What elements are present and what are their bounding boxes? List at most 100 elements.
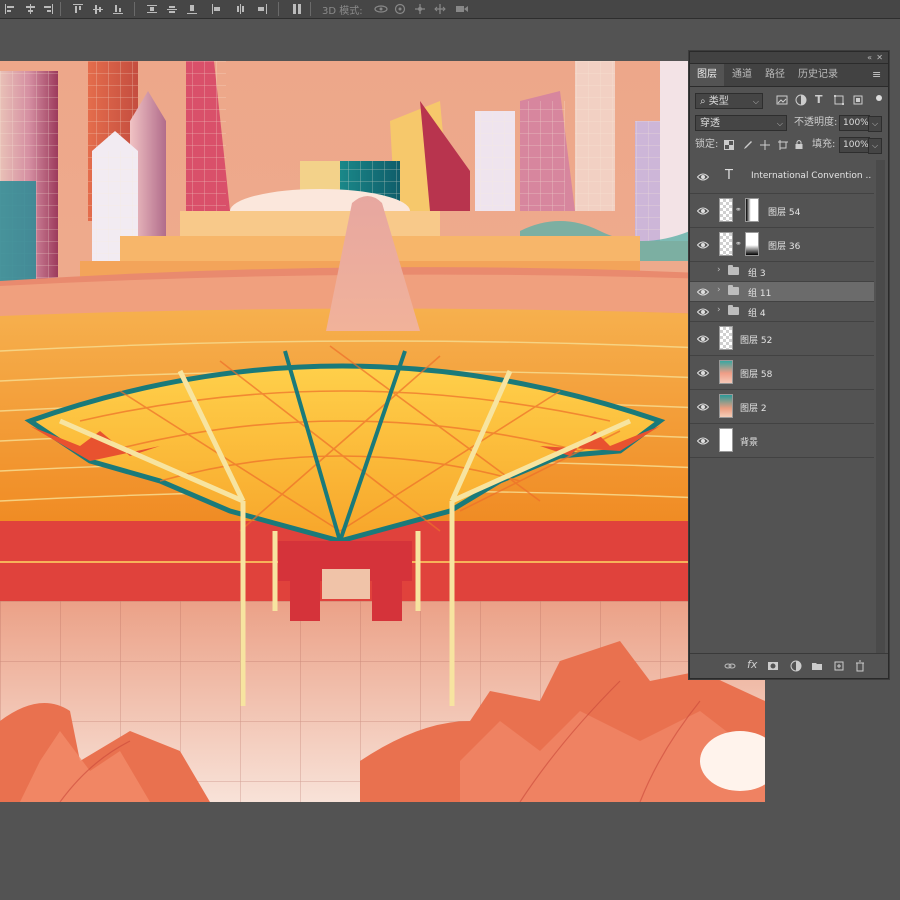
chevron-down-icon[interactable]: ⌵ [868,138,882,154]
3d-pan-icon[interactable] [414,3,426,15]
layer-name: 组 11 [748,289,772,299]
chevron-right-icon[interactable]: › [717,265,721,275]
blend-mode-select[interactable]: 穿透 ⌵ [695,115,787,131]
chevron-down-icon[interactable]: ⌵ [868,116,882,132]
3d-orbit-icon[interactable] [374,3,388,15]
type-filter-icon[interactable]: T [815,93,827,106]
filter-toggle[interactable] [876,95,882,101]
shape-filter-icon[interactable] [833,94,845,106]
filter-row: ⌕ 类型 ⌵ T [690,90,888,112]
eye-icon[interactable] [697,206,709,216]
document-workspace: « ✕ 图层 通道 路径 历史记录 ≡ ⌕ 类型 ⌵ T 穿透 ⌵ 不透明度: … [0,19,900,900]
eye-icon[interactable] [697,287,709,297]
eye-icon[interactable] [697,334,709,344]
layer-name: 图层 58 [740,370,773,380]
link-icon[interactable]: ⚭ [735,205,742,214]
toolbar-separator [278,2,279,16]
smart-object-filter-icon[interactable] [852,94,864,106]
layer-group-row[interactable]: › 组 4 [690,302,874,322]
distribute-hcenter-icon[interactable] [234,3,246,15]
panel-footer: fx [690,653,888,678]
layer-row[interactable]: 图层 58 [690,356,874,390]
lock-artboard-icon[interactable] [778,140,788,150]
illustration-artwork [0,61,765,802]
eye-icon[interactable] [697,368,709,378]
toolbar-separator [60,2,61,16]
eye-icon[interactable] [697,240,709,250]
3d-mode-label: 3D 模式: [322,6,363,17]
link-icon[interactable] [724,660,736,672]
tab-channels[interactable]: 通道 [724,64,760,86]
eye-icon[interactable] [697,172,709,182]
layer-name: 组 3 [748,269,766,279]
filter-kind-select[interactable]: ⌕ 类型 ⌵ [695,93,763,109]
blend-row: 穿透 ⌵ 不透明度: 100% ⌵ [690,112,888,134]
align-top-icon[interactable] [72,3,84,15]
document-canvas[interactable] [0,61,765,802]
lock-all-icon[interactable] [794,139,804,150]
opacity-value: 100% [843,118,869,128]
layer-name: 图层 36 [768,242,801,252]
align-center-icon[interactable] [24,3,36,15]
eye-icon[interactable] [697,436,709,446]
toolbar-separator [134,2,135,16]
layer-name: 图层 52 [740,336,773,346]
layer-row[interactable]: 背景 [690,424,874,458]
align-left-icon[interactable] [4,3,16,15]
auto-align-icon[interactable] [291,3,303,15]
align-right-icon[interactable] [42,3,54,15]
opacity-field[interactable]: 100% ⌵ [839,115,882,132]
tab-history[interactable]: 历史记录 [790,64,846,86]
lock-transparent-icon[interactable] [724,140,734,150]
distribute-left-icon[interactable] [210,3,222,15]
filter-kind-value: 类型 [708,96,729,107]
distribute-right-icon[interactable] [256,3,268,15]
close-icon[interactable]: ✕ [876,52,883,63]
fx-icon[interactable]: fx [747,658,759,671]
3d-camera-icon[interactable] [455,3,469,15]
lock-brush-icon[interactable] [742,140,752,150]
link-icon[interactable]: ⚭ [735,239,742,248]
3d-slide-icon[interactable] [434,3,446,15]
layer-row[interactable]: ⚭ 图层 36 [690,228,874,262]
adjustment-filter-icon[interactable] [795,94,807,106]
layer-name: 组 4 [748,309,766,319]
folder-icon [728,285,739,295]
fill-field[interactable]: 100% ⌵ [839,137,882,154]
chevron-right-icon[interactable]: › [717,305,721,315]
distribute-vcenter-icon[interactable] [166,3,178,15]
folder-icon [728,305,739,315]
folder-icon [728,265,739,275]
tab-layers[interactable]: 图层 [690,64,724,86]
layer-list-scrollbar[interactable] [876,160,885,656]
align-bottom-icon[interactable] [112,3,124,15]
trash-icon[interactable] [854,660,866,672]
layer-group-row[interactable]: › 组 11 [690,282,874,302]
collapse-icon[interactable]: « [867,52,872,63]
layer-group-row[interactable]: › 组 3 [690,262,874,282]
distribute-top-icon[interactable] [146,3,158,15]
layer-name: International Convention ... [751,171,871,181]
layer-row[interactable]: 图层 52 [690,322,874,356]
adjustment-icon[interactable] [790,660,802,672]
layer-row[interactable]: ⚭ 图层 54 [690,194,874,228]
3d-roll-icon[interactable] [394,3,406,15]
folder-icon[interactable] [811,660,823,672]
new-layer-icon[interactable] [833,660,845,672]
chevron-right-icon[interactable]: › [717,285,721,295]
layer-mask-thumbnail [745,198,759,222]
layer-row[interactable]: T International Convention ... [690,160,874,194]
panel-tabs: 图层 通道 路径 历史记录 ≡ [690,64,888,87]
panel-menu-icon[interactable]: ≡ [872,68,882,81]
eye-icon[interactable] [697,402,709,412]
lock-move-icon[interactable] [760,140,770,150]
tab-paths[interactable]: 路径 [760,64,790,86]
distribute-bottom-icon[interactable] [186,3,198,15]
pixel-filter-icon[interactable] [776,94,788,106]
layer-row[interactable]: 图层 2 [690,390,874,424]
eye-icon[interactable] [697,307,709,317]
layer-thumbnail [719,428,733,452]
align-middle-icon[interactable] [92,3,104,15]
mask-icon[interactable] [767,660,779,672]
fill-value: 100% [843,140,869,150]
